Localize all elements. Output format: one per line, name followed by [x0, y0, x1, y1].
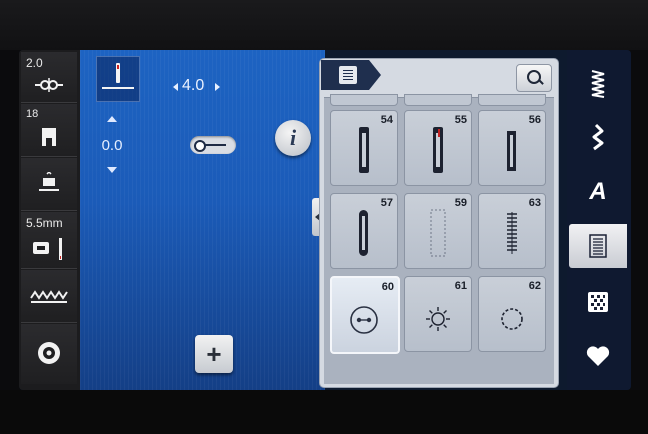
stitch-width-decrease-arrow[interactable]: [173, 83, 178, 91]
stitch-cell-56[interactable]: 56: [478, 110, 546, 186]
stitch-number: 56: [528, 114, 541, 126]
stitch-number: 55: [454, 114, 467, 126]
needle-selection-button[interactable]: 5.5mm: [21, 212, 77, 269]
decorative-stitch-icon: [592, 123, 604, 151]
machine-screen: 2.0 18 5.5mm 0.0 4.0 i + 54 55 56 57 59 …: [19, 50, 631, 390]
bobbin-icon: [38, 342, 60, 364]
stitch-cell-59[interactable]: 59: [404, 193, 472, 269]
stitch-grid: 54 55 56 57 59 63 60 61 62: [324, 94, 554, 384]
bezel-top: [0, 0, 648, 50]
zigzag-stitch-icon: [591, 70, 605, 98]
presser-foot-number: 18: [26, 108, 39, 120]
stitch-cell-61[interactable]: 61: [404, 276, 472, 352]
add-stitch-button[interactable]: +: [195, 335, 233, 373]
presser-foot-pressure-icon: [39, 172, 59, 191]
balance-toggle[interactable]: [190, 136, 236, 154]
presser-foot-icon: [42, 128, 56, 146]
left-settings-strip: 2.0 18 5.5mm: [19, 50, 80, 390]
alphabet-icon: A: [589, 178, 607, 205]
favorites-tab[interactable]: [569, 334, 627, 378]
search-button[interactable]: [516, 64, 552, 92]
needle-stop-position-button[interactable]: [96, 56, 140, 102]
feed-dog-icon: [30, 290, 68, 303]
stitch-settings-panel: 0.0 4.0 i +: [80, 50, 325, 390]
stitch-width-increase-arrow[interactable]: [215, 83, 220, 91]
presser-foot-pressure-button[interactable]: [21, 158, 77, 211]
stitch-cell-partial[interactable]: [330, 94, 398, 106]
quilt-pattern-icon: [588, 292, 608, 312]
buttonhole-tab-icon: [339, 66, 357, 84]
bobbin-button[interactable]: [21, 324, 77, 384]
stitch-width-value: 4.0: [182, 77, 205, 94]
stitch-number: 60: [381, 281, 394, 293]
search-icon-handle: [538, 79, 544, 85]
stitch-category-strip: A: [567, 50, 631, 390]
stitch-length-value: 2.0: [26, 56, 43, 70]
stitch-cell-54[interactable]: 54: [330, 110, 398, 186]
stitch-cell-55[interactable]: 55: [404, 110, 472, 186]
toggle-knob-icon: [194, 140, 206, 152]
stitch-number: 57: [380, 197, 393, 209]
stitch-number: 54: [380, 114, 393, 126]
stitch-cell-partial[interactable]: [478, 94, 546, 106]
stitch-cell-60[interactable]: 60: [330, 276, 400, 354]
info-button[interactable]: i: [275, 120, 311, 156]
decorative-stitches-tab[interactable]: [569, 116, 627, 160]
practical-stitches-tab[interactable]: [569, 62, 627, 106]
needle-position-up-arrow[interactable]: [107, 116, 117, 122]
feed-dog-button[interactable]: [21, 270, 77, 323]
stitch-length-icon: [35, 78, 63, 92]
needle-position-down-arrow[interactable]: [107, 167, 117, 173]
stitch-number: 61: [454, 280, 467, 292]
stitch-number: 62: [528, 280, 541, 292]
needle-eye-marker: [117, 65, 119, 69]
alphabets-tab[interactable]: A: [569, 170, 627, 214]
needle-size-value: 5.5mm: [26, 216, 63, 230]
stitch-selection-panel: 54 55 56 57 59 63 60 61 62: [319, 58, 559, 388]
quilt-stitches-tab[interactable]: [569, 280, 627, 324]
stitch-length-button[interactable]: 2.0: [21, 52, 77, 103]
stitch-cell-63[interactable]: 63: [478, 193, 546, 269]
toggle-line-icon: [204, 144, 226, 146]
stitch-number: 59: [454, 197, 467, 209]
presser-foot-button[interactable]: 18: [21, 104, 77, 157]
buttonhole-category-icon: [589, 234, 607, 258]
stitch-cell-62[interactable]: 62: [478, 276, 546, 352]
stitch-number: 63: [528, 197, 541, 209]
favorites-heart-icon: [586, 346, 610, 366]
stitch-cell-57[interactable]: 57: [330, 193, 398, 269]
bezel-bottom: [0, 390, 648, 434]
needle-base-line: [102, 87, 134, 89]
needle-plate-icon: [33, 238, 62, 260]
stitch-cell-partial[interactable]: [404, 94, 472, 106]
buttonholes-tab[interactable]: [569, 224, 627, 268]
buttonhole-category-tab[interactable]: [321, 60, 381, 90]
needle-position-value: 0.0: [101, 137, 123, 154]
